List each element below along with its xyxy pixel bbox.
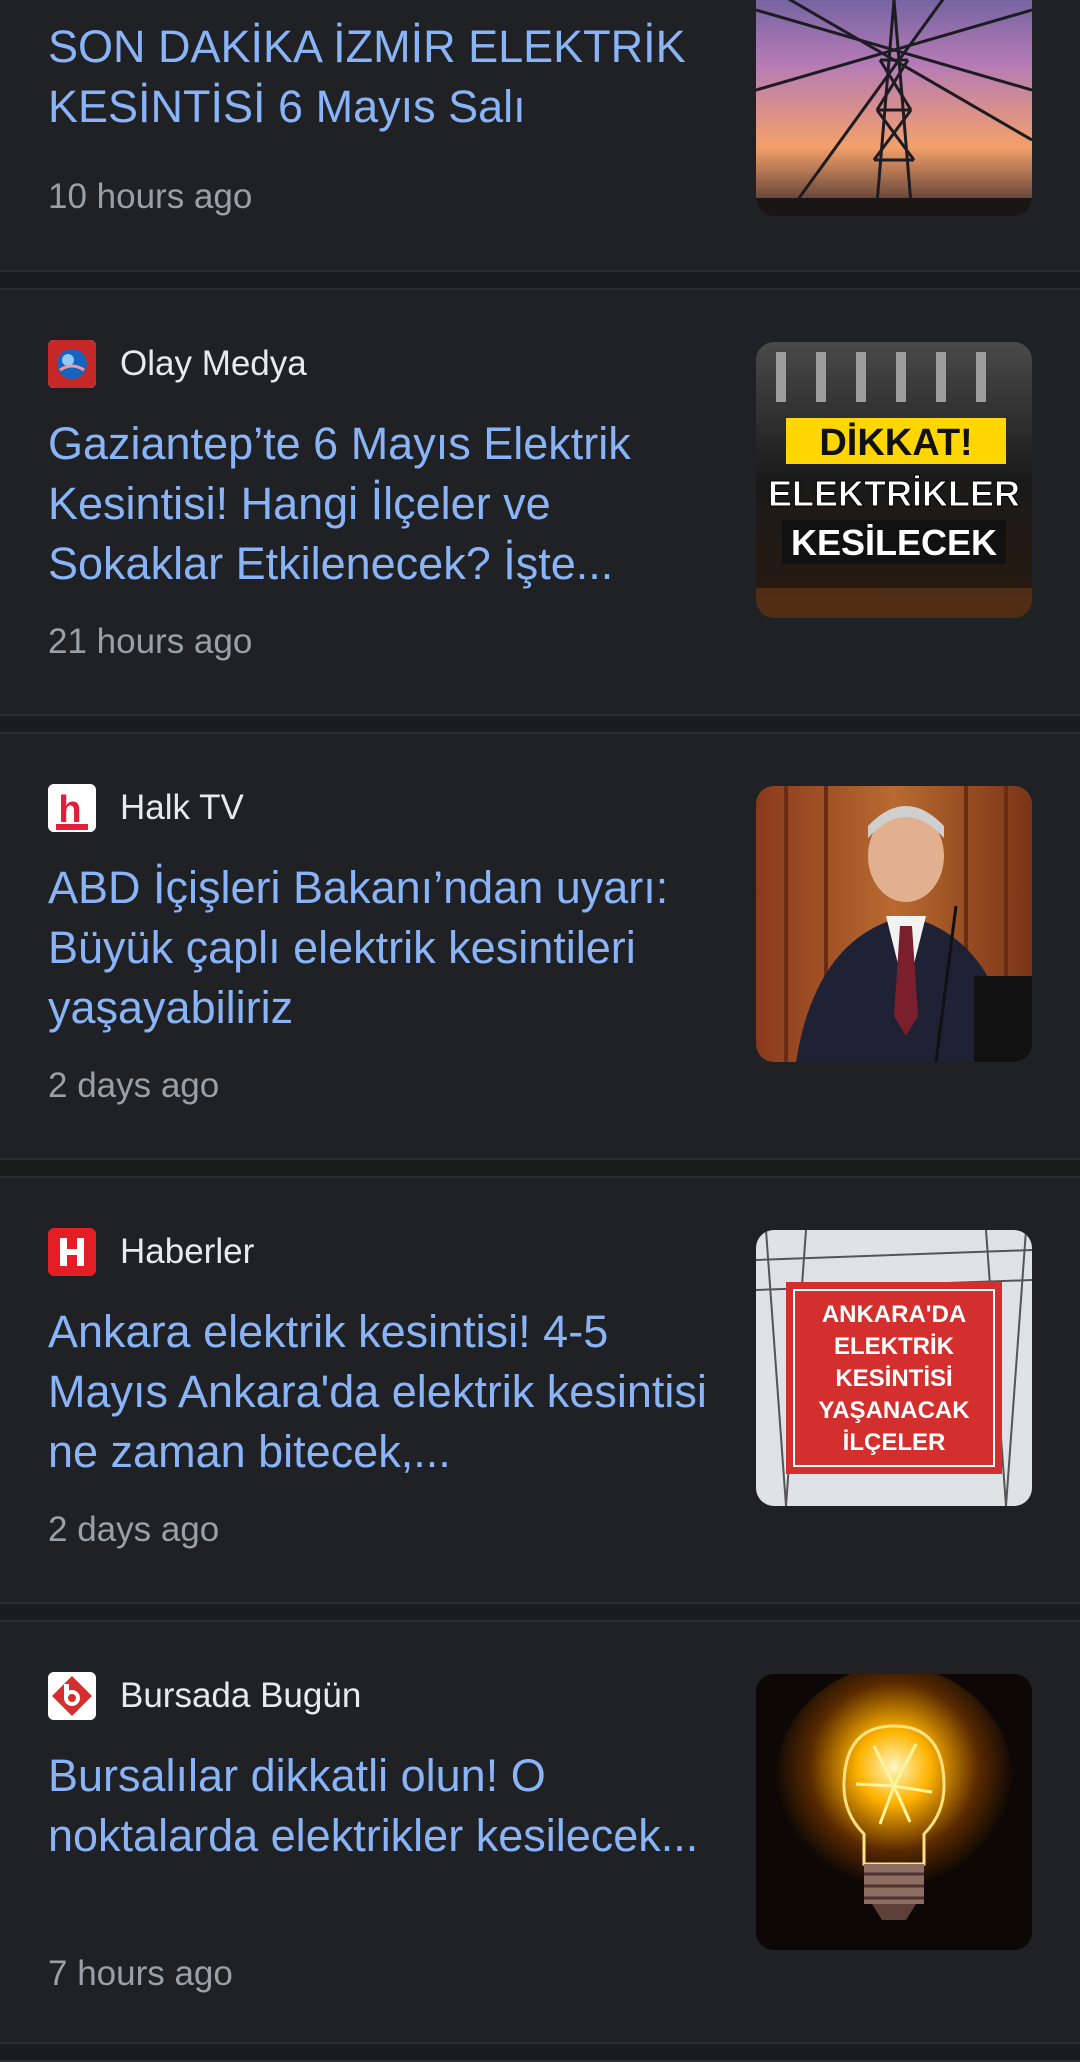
card-divider [0, 270, 1080, 290]
olay-medya-globe-icon [48, 340, 96, 388]
article-headline[interactable]: SON DAKİKA İZMİR ELEKTRİK KESİNTİSİ 6 Ma… [48, 17, 708, 137]
speaker-portrait-image[interactable] [756, 786, 1032, 1062]
thumb-text-3: KESİLECEK [791, 522, 997, 563]
article-headline[interactable]: Gaziantep’te 6 Mayıs Elektrik Kesintisi!… [48, 414, 708, 594]
article-time: 21 hours ago [48, 622, 253, 661]
source-name: Bursada Bugün [120, 1676, 362, 1715]
card-divider [0, 1602, 1080, 1622]
dikkat-elektrikler-image[interactable]: DİKKAT! ELEKTRİKLER KESİLECEK [756, 342, 1032, 618]
article-time: 2 days ago [48, 1510, 220, 1549]
thumb-text-2: ELEKTRİKLER [768, 473, 1020, 514]
article-headline[interactable]: Ankara elektrik kesintisi! 4-5 Mayıs Ank… [48, 1302, 708, 1482]
article-headline[interactable]: ABD İçişleri Bakanı’ndan uyarı: Büyük ça… [48, 858, 708, 1038]
article-source[interactable]: h Halk TV [48, 784, 244, 832]
card-divider [0, 714, 1080, 734]
article-source[interactable]: Bursada Bugün [48, 1672, 361, 1720]
source-name: Haberler [120, 1232, 255, 1271]
news-card[interactable]: SON DAKİKA İZMİR ELEKTRİK KESİNTİSİ 6 Ma… [0, 0, 1080, 270]
source-name: Olay Medya [120, 344, 307, 383]
glowing-lightbulb-image[interactable] [756, 1674, 1032, 1950]
article-time: 10 hours ago [48, 177, 253, 216]
news-card[interactable]: h Halk TV ABD İçişleri Bakanı’ndan uyarı… [0, 734, 1080, 1158]
article-source[interactable]: Haberler [48, 1228, 254, 1276]
news-card[interactable]: Bursada Bugün Bursalılar dikkatli olun! … [0, 1622, 1080, 2042]
source-name: Halk TV [120, 788, 244, 827]
thumb-text-5: İLÇELER [843, 1429, 946, 1456]
haberler-logo-icon [48, 1228, 96, 1276]
ankara-kesinti-image[interactable]: ANKARA'DA ELEKTRİK KESİNTİSİ YAŞANACAK İ… [756, 1230, 1032, 1506]
thumb-text-1: DİKKAT! [819, 422, 972, 464]
halk-tv-logo-icon: h [48, 784, 96, 832]
thumb-text-1: ANKARA'DA [822, 1301, 966, 1328]
news-card[interactable]: Olay Medya Gaziantep’te 6 Mayıs Elektrik… [0, 290, 1080, 714]
thumb-text-3: KESİNTİSİ [835, 1365, 952, 1392]
bursada-bugun-logo-icon [48, 1672, 96, 1720]
article-source[interactable]: Olay Medya [48, 340, 307, 388]
article-time: 7 hours ago [48, 1954, 233, 1993]
article-headline[interactable]: Bursalılar dikkatli olun! O noktalarda e… [48, 1746, 708, 1926]
card-divider [0, 1158, 1080, 1178]
news-card[interactable]: Haberler Ankara elektrik kesintisi! 4-5 … [0, 1178, 1080, 1602]
thumb-text-4: YAŞANACAK [818, 1397, 970, 1424]
article-time: 2 days ago [48, 1066, 220, 1105]
thumb-text-2: ELEKTRİK [834, 1333, 955, 1360]
card-divider [0, 2042, 1080, 2062]
news-feed: SON DAKİKA İZMİR ELEKTRİK KESİNTİSİ 6 Ma… [0, 0, 1080, 2062]
power-pylon-sunset-image[interactable] [756, 0, 1032, 216]
